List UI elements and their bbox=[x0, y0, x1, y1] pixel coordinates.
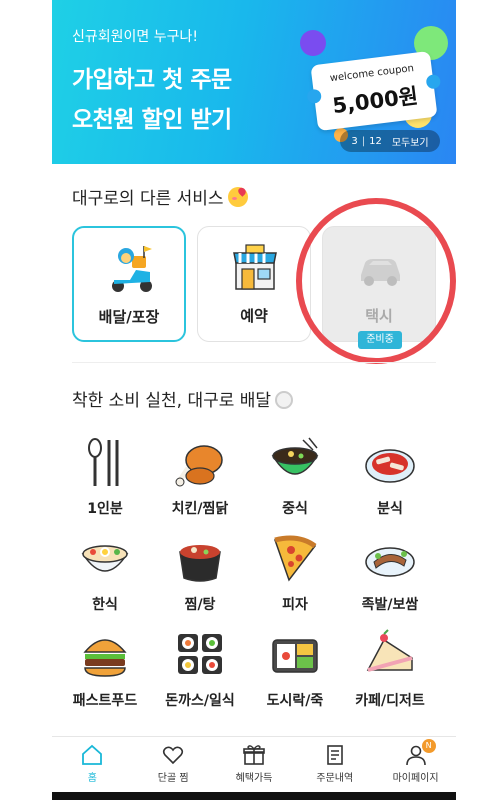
burger-icon bbox=[83, 639, 127, 677]
banner-headline-1: 가입하고 첫 주문 bbox=[72, 67, 232, 93]
category-item[interactable]: 분식 bbox=[345, 436, 435, 532]
categories-section-title: 착한 소비 실천, 대구로 배달 bbox=[72, 386, 294, 411]
category-item[interactable]: 패스트푸드 bbox=[60, 628, 150, 724]
category-item[interactable]: 도시락/죽 bbox=[250, 628, 340, 724]
pager-view-all[interactable]: 모두보기 bbox=[392, 134, 429, 149]
service-reservation-card[interactable]: 예약 bbox=[197, 226, 311, 342]
nav-label: 홈 bbox=[87, 773, 97, 784]
lunchbox-icon bbox=[272, 639, 318, 673]
nav-label: 마이페이지 bbox=[392, 773, 439, 784]
category-label: 한식 bbox=[92, 597, 118, 613]
nav-orders[interactable]: 주문내역 bbox=[294, 737, 375, 792]
service-label: 예약 bbox=[240, 307, 268, 325]
services-title-text: 대구로의 다른 서비스 bbox=[72, 189, 224, 209]
category-label: 패스트푸드 bbox=[72, 693, 138, 709]
stew-pot-icon bbox=[179, 545, 221, 582]
highlight-circle-annotation bbox=[296, 198, 456, 364]
nav-benefits[interactable]: 혜택가득 bbox=[214, 737, 295, 792]
gift-icon bbox=[243, 745, 265, 765]
nav-favorites[interactable]: 단골 찜 bbox=[133, 737, 214, 792]
nav-label: 단골 찜 bbox=[157, 773, 189, 784]
home-icon bbox=[82, 744, 103, 765]
plate-icon bbox=[275, 391, 294, 409]
category-label: 도시락/죽 bbox=[266, 693, 324, 709]
app-screen: 신규회원이면 누구나! 가입하고 첫 주문 오천원 할인 받기 welcome … bbox=[52, 0, 456, 800]
pager-current: 3 bbox=[351, 135, 358, 147]
service-label: 배달/포장 bbox=[98, 308, 160, 326]
category-item[interactable]: 중식 bbox=[250, 436, 340, 532]
nav-mypage[interactable]: N 마이페이지 bbox=[375, 737, 456, 792]
spoon-chopsticks-icon bbox=[88, 438, 119, 486]
nav-label: 혜택가득 bbox=[235, 773, 273, 784]
category-label: 돈까스/일식 bbox=[165, 693, 235, 709]
category-label: 카페/디저트 bbox=[355, 693, 425, 709]
category-item[interactable]: 찜/탕 bbox=[155, 532, 245, 628]
category-item[interactable]: 1인분 bbox=[60, 436, 150, 532]
receipt-icon bbox=[326, 745, 343, 765]
category-label: 족발/보쌈 bbox=[361, 597, 419, 613]
category-label: 피자 bbox=[282, 597, 308, 613]
pager-separator: | bbox=[361, 135, 366, 147]
category-item[interactable]: 카페/디저트 bbox=[345, 628, 435, 724]
store-icon bbox=[233, 244, 277, 290]
banner-subtitle: 신규회원이면 누구나! bbox=[72, 29, 198, 45]
section-divider bbox=[72, 362, 436, 363]
nav-home[interactable]: 홈 bbox=[52, 737, 133, 792]
category-item[interactable]: 피자 bbox=[250, 532, 340, 628]
cake-icon bbox=[366, 629, 413, 672]
category-label: 1인분 bbox=[87, 501, 123, 517]
nav-label: 주문내역 bbox=[316, 773, 354, 784]
category-item[interactable]: 족발/보쌈 bbox=[345, 532, 435, 628]
coupon-value: 5,000원 bbox=[331, 83, 420, 119]
sushi-icon bbox=[178, 634, 222, 674]
heart-icon bbox=[163, 746, 184, 765]
bottom-navigation: 홈 단골 찜 혜택가득 주문내역 N 마이페이지 bbox=[52, 736, 456, 792]
new-badge: N bbox=[421, 739, 436, 753]
services-section-title: 대구로의 다른 서비스 bbox=[72, 184, 248, 209]
tteokbokki-icon bbox=[365, 449, 415, 483]
chicken-icon bbox=[175, 445, 223, 487]
scooter-icon bbox=[112, 246, 152, 292]
category-item[interactable]: 치킨/찜닭 bbox=[155, 436, 245, 532]
pager-total: 12 bbox=[369, 135, 382, 147]
service-delivery-card[interactable]: 배달/포장 bbox=[72, 226, 186, 342]
decor-dot bbox=[300, 30, 326, 56]
category-item[interactable]: 한식 bbox=[60, 532, 150, 628]
pizza-icon bbox=[274, 535, 317, 582]
category-label: 분식 bbox=[377, 501, 403, 517]
noodle-bowl-icon bbox=[271, 437, 319, 475]
categories-title-text: 착한 소비 실천, 대구로 배달 bbox=[72, 391, 272, 411]
system-bar bbox=[52, 792, 456, 800]
banner-pager[interactable]: 3 | 12 모두보기 bbox=[340, 130, 440, 152]
banner-headline-2: 오천원 할인 받기 bbox=[72, 107, 232, 133]
category-label: 치킨/찜닭 bbox=[171, 501, 229, 517]
category-label: 찜/탕 bbox=[184, 597, 216, 613]
category-item[interactable]: 돈까스/일식 bbox=[155, 628, 245, 724]
category-label: 중식 bbox=[282, 501, 308, 517]
jokbal-icon bbox=[365, 547, 415, 577]
promo-banner[interactable]: 신규회원이면 누구나! 가입하고 첫 주문 오천원 할인 받기 welcome … bbox=[52, 0, 456, 164]
smiling-face-icon bbox=[227, 187, 248, 207]
bibimbap-icon bbox=[81, 545, 129, 572]
